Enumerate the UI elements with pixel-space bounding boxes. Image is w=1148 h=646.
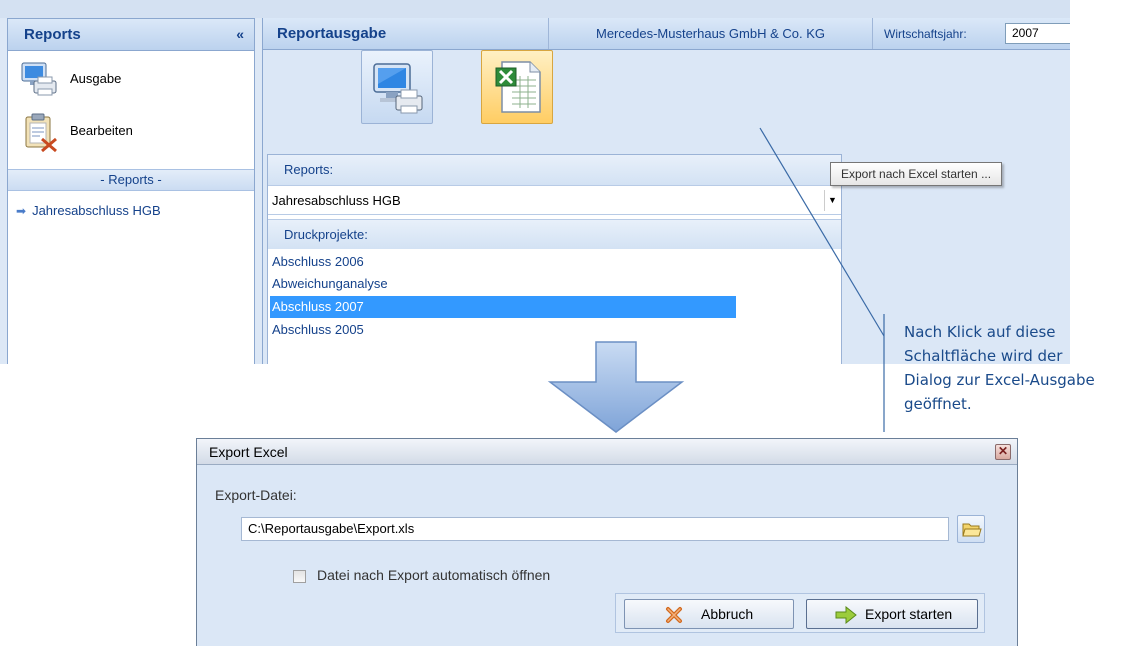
dialog-title: Export Excel	[209, 444, 288, 460]
list-item[interactable]: Abschluss 2005	[270, 319, 736, 341]
cancel-x-icon	[666, 607, 682, 623]
sidebar-collapse-button[interactable]: «	[236, 26, 244, 42]
print-output-button[interactable]	[361, 50, 433, 124]
excel-tooltip: Export nach Excel starten ...	[830, 162, 1003, 186]
list-item-selected[interactable]: Abschluss 2007	[270, 296, 736, 318]
callout-line: geöffnet.	[904, 395, 972, 413]
sidebar: Reports « Ausgabe Bearbeiten - Reports -…	[7, 18, 255, 364]
chevron-down-icon[interactable]: ▼	[824, 190, 840, 211]
export-start-label: Export starten	[865, 606, 953, 622]
sidebar-section-header: - Reports -	[8, 169, 254, 191]
page-title: Reportausgabe	[277, 25, 387, 42]
auto-open-label[interactable]: Datei nach Export automatisch öffnen	[317, 567, 550, 583]
export-file-path-field[interactable]: C:\Reportausgabe\Export.xls	[241, 517, 949, 541]
druckprojekte-label: Druckprojekte:	[268, 219, 841, 249]
callout-line: Nach Klick auf diese	[904, 323, 1056, 341]
browse-folder-button[interactable]	[957, 515, 985, 543]
main-header: Reportausgabe Mercedes-Musterhaus GmbH &…	[263, 18, 1070, 50]
reports-dropdown[interactable]: Jahresabschluss HGB ▼	[268, 185, 841, 215]
arrow-right-icon	[835, 606, 857, 624]
sidebar-item-label: Ausgabe	[70, 71, 122, 86]
list-item[interactable]: Abweichunganalyse	[270, 273, 736, 295]
sidebar-item-label: Bearbeiten	[70, 123, 133, 138]
reports-dropdown-value: Jahresabschluss HGB	[272, 193, 401, 208]
cancel-button[interactable]: Abbruch	[624, 599, 794, 629]
sidebar-header: Reports «	[8, 19, 254, 51]
close-icon[interactable]: ✕	[995, 444, 1011, 460]
dialog-title-bar: Export Excel ✕	[197, 439, 1017, 465]
sidebar-item-ausgabe[interactable]: Ausgabe	[20, 61, 250, 97]
reports-panel: Reports: Jahresabschluss HGB ▼ Druckproj…	[267, 154, 842, 364]
callout-line: Schaltfläche wird der	[904, 347, 1063, 365]
window-top-strip	[0, 0, 1070, 18]
callout-annotation: Nach Klick auf diese Schaltfläche wird d…	[904, 320, 1148, 416]
list-item[interactable]: Abschluss 2006	[270, 251, 736, 273]
dialog-button-bar: Abbruch Export starten	[615, 593, 985, 633]
fiscal-year-label: Wirtschaftsjahr:	[884, 27, 967, 41]
callout-line: Dialog zur Excel-Ausgabe	[904, 371, 1095, 389]
export-excel-dialog: Export Excel ✕ Export-Datei: C:\Reportau…	[196, 438, 1018, 646]
tree-item-label: Jahresabschluss HGB	[32, 203, 161, 218]
company-name: Mercedes-Musterhaus GmbH & Co. KG	[548, 18, 873, 49]
auto-open-checkbox[interactable]	[293, 570, 306, 583]
computer-printer-icon	[20, 61, 60, 100]
sidebar-item-bearbeiten[interactable]: Bearbeiten	[20, 113, 250, 153]
sidebar-title: Reports	[24, 26, 81, 43]
tree-item-jahresabschluss[interactable]: ➡ Jahresabschluss HGB	[16, 203, 161, 218]
export-start-button[interactable]: Export starten	[806, 599, 978, 629]
reports-label: Reports:	[268, 155, 841, 185]
cancel-button-label: Abbruch	[701, 606, 754, 622]
excel-export-button[interactable]	[481, 50, 553, 124]
clipboard-edit-icon	[20, 113, 60, 156]
arrow-right-icon: ➡	[16, 204, 27, 218]
fiscal-year-field[interactable]: 2007	[1005, 23, 1070, 44]
export-file-label: Export-Datei:	[215, 487, 297, 503]
